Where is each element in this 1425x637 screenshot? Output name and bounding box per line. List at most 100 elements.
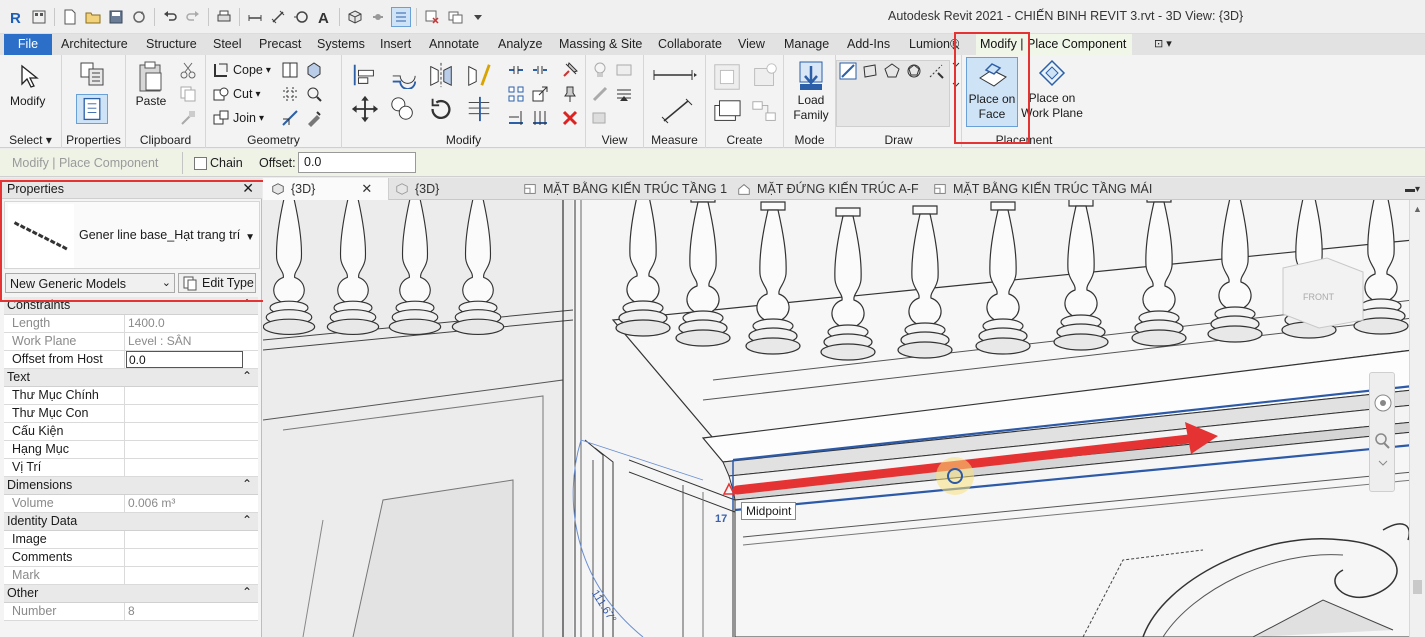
copy-icon[interactable] bbox=[178, 84, 198, 104]
paste-button[interactable]: Paste bbox=[134, 60, 168, 109]
collapse-icon[interactable]: ⌃ bbox=[242, 513, 252, 527]
group-text[interactable]: Text ⌃ bbox=[4, 369, 258, 387]
thin-lines-icon[interactable] bbox=[391, 7, 411, 27]
param-row[interactable]: Image bbox=[4, 531, 258, 549]
type-selector[interactable]: Gener line base_Hạt trang trí ▼ bbox=[4, 201, 260, 269]
category-filter-select[interactable]: New Generic Models ⌄ bbox=[5, 273, 175, 293]
tab-massing-site[interactable]: Massing & Site bbox=[557, 34, 644, 55]
aligned-dimension-icon[interactable] bbox=[268, 7, 288, 27]
tab-overflow-icon[interactable]: ▬▾ bbox=[1405, 178, 1420, 200]
param-row[interactable]: Thư Mục Chính bbox=[4, 387, 258, 405]
tab-architecture[interactable]: Architecture bbox=[59, 34, 130, 55]
properties-icon[interactable] bbox=[76, 94, 108, 124]
navigation-bar[interactable] bbox=[1369, 372, 1395, 492]
tab-3d-view[interactable]: {3D} bbox=[395, 178, 439, 200]
offset-icon[interactable] bbox=[388, 60, 418, 90]
join-button[interactable]: Join ▾ bbox=[212, 108, 264, 128]
select-box-icon[interactable] bbox=[590, 108, 610, 128]
offset-from-host-input[interactable]: 0.0 bbox=[126, 351, 243, 368]
tag-icon[interactable] bbox=[291, 7, 311, 27]
circumscribed-polygon-icon[interactable] bbox=[904, 61, 924, 81]
cut-geometry-button[interactable]: Cut ▾ bbox=[212, 84, 260, 104]
tab-manage[interactable]: Manage bbox=[782, 34, 831, 55]
remove-paint-icon[interactable] bbox=[304, 108, 324, 128]
group-other[interactable]: Other ⌃ bbox=[4, 585, 258, 603]
cope-button[interactable]: Cope ▾ bbox=[212, 60, 271, 80]
measure-between-references-icon[interactable] bbox=[652, 65, 698, 85]
draw-gallery-more-icon[interactable] bbox=[950, 45, 962, 87]
pick-lines-icon[interactable] bbox=[926, 61, 946, 81]
cut-scissors-icon[interactable] bbox=[178, 60, 198, 80]
3d-viewport[interactable]: FRONT Midpoint 17 111.67° ▲ bbox=[263, 200, 1425, 637]
temporary-dimension[interactable]: 17 bbox=[715, 513, 727, 525]
group-identity-data[interactable]: Identity Data ⌃ bbox=[4, 513, 258, 531]
tab-modify-place-component[interactable]: Modify | Place Component bbox=[976, 34, 1132, 55]
redo-icon[interactable] bbox=[183, 7, 203, 27]
collapse-icon[interactable]: ⌃ bbox=[242, 369, 252, 383]
tab-analyze[interactable]: Analyze bbox=[496, 34, 544, 55]
revit-logo-icon[interactable]: R bbox=[6, 7, 26, 27]
new-icon[interactable] bbox=[60, 7, 80, 27]
param-row[interactable]: Thư Mục Con bbox=[4, 405, 258, 423]
open-icon[interactable] bbox=[83, 7, 103, 27]
section-icon[interactable] bbox=[368, 7, 388, 27]
close-icon[interactable]: ✕ bbox=[242, 180, 254, 197]
vertical-scrollbar[interactable]: ▲ bbox=[1409, 200, 1425, 637]
collapse-icon[interactable]: ⌃ bbox=[242, 477, 252, 491]
tab-insert[interactable]: Insert bbox=[378, 34, 413, 55]
scroll-up-icon[interactable]: ▲ bbox=[1413, 204, 1422, 214]
align-icon[interactable] bbox=[350, 60, 380, 90]
hide-element-icon[interactable] bbox=[614, 84, 634, 104]
tab-structure[interactable]: Structure bbox=[144, 34, 199, 55]
ribbon-display-toggle-icon[interactable]: ⊡ ▾ bbox=[1152, 34, 1174, 55]
tab-systems[interactable]: Systems bbox=[315, 34, 367, 55]
offset-input[interactable]: 0.0 bbox=[298, 152, 416, 173]
line-icon[interactable] bbox=[838, 61, 858, 81]
group-dimensions[interactable]: Dimensions ⌃ bbox=[4, 477, 258, 495]
rectangle-icon[interactable] bbox=[860, 61, 880, 81]
tab-annotate[interactable]: Annotate bbox=[427, 34, 481, 55]
tab-file[interactable]: File bbox=[4, 34, 52, 55]
aligned-dimension-tool-icon[interactable] bbox=[660, 97, 694, 125]
split-face-icon[interactable] bbox=[280, 60, 300, 80]
load-family-button[interactable]: Load Family bbox=[789, 59, 833, 123]
override-graphics-icon[interactable] bbox=[614, 60, 634, 80]
tab-precast[interactable]: Precast bbox=[257, 34, 303, 55]
scale-icon[interactable] bbox=[530, 84, 550, 104]
copy-element-icon[interactable] bbox=[388, 94, 418, 124]
place-on-face-button[interactable]: Place on Face bbox=[966, 57, 1018, 127]
param-row[interactable]: Cấu Kiện bbox=[4, 423, 258, 441]
tab-roof-plan[interactable]: MẶT BẰNG KIẾN TRÚC TẦNG MÁI bbox=[933, 178, 1152, 200]
mirror-draw-axis-icon[interactable] bbox=[464, 60, 494, 90]
recent-files-icon[interactable] bbox=[29, 7, 49, 27]
move-icon[interactable] bbox=[350, 94, 380, 124]
array-icon[interactable] bbox=[506, 84, 526, 104]
tab-collaborate[interactable]: Collaborate bbox=[656, 34, 724, 55]
beam-column-joins-icon[interactable] bbox=[280, 108, 300, 128]
save-icon[interactable] bbox=[106, 7, 126, 27]
scroll-thumb[interactable] bbox=[1413, 580, 1422, 594]
trim-multiple-icon[interactable] bbox=[530, 108, 550, 128]
param-row[interactable]: Vị Trí bbox=[4, 459, 258, 477]
close-hidden-icon[interactable] bbox=[422, 7, 442, 27]
tab-view[interactable]: View bbox=[736, 34, 767, 55]
switch-windows-icon[interactable] bbox=[445, 7, 465, 27]
create-similar-icon[interactable] bbox=[710, 97, 744, 127]
rotate-icon[interactable] bbox=[426, 94, 456, 124]
demolish-icon[interactable] bbox=[304, 84, 324, 104]
type-properties-icon[interactable] bbox=[76, 60, 108, 90]
param-row[interactable]: Comments bbox=[4, 549, 258, 567]
linework-icon[interactable] bbox=[590, 84, 610, 104]
measure-icon[interactable] bbox=[245, 7, 265, 27]
collapse-icon[interactable]: ⌃ bbox=[242, 297, 252, 311]
group-constraints[interactable]: Constraints ⌃ bbox=[4, 297, 258, 315]
unpin-icon[interactable] bbox=[560, 60, 580, 80]
match-type-icon[interactable] bbox=[178, 108, 198, 128]
split-with-gap-icon[interactable] bbox=[530, 60, 550, 80]
place-on-work-plane-button[interactable]: Place on Work Plane bbox=[1020, 57, 1084, 127]
tab-steel[interactable]: Steel bbox=[211, 34, 244, 55]
chain-checkbox[interactable] bbox=[194, 157, 207, 170]
customize-qat-icon[interactable] bbox=[468, 7, 488, 27]
3d-view-icon[interactable] bbox=[345, 7, 365, 27]
edit-type-button[interactable]: Edit Type bbox=[178, 273, 256, 293]
